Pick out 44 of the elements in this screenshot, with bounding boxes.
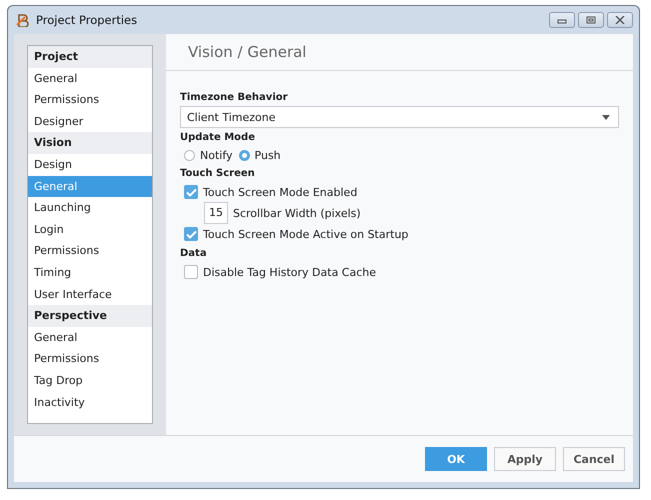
radio-label: Push: [254, 148, 281, 162]
checkbox[interactable]: [184, 185, 198, 199]
radio-button[interactable]: [238, 150, 250, 160]
sidebar-item[interactable]: Timing: [28, 262, 152, 284]
app-icon: [16, 13, 30, 27]
close-button[interactable]: [607, 12, 633, 28]
caret-icon: [602, 114, 610, 120]
sidebar-heading: Perspective: [28, 305, 152, 327]
sidebar-item[interactable]: Designer: [28, 110, 152, 132]
checkbox[interactable]: [184, 227, 198, 241]
checkbox-label: Touch Screen Mode Enabled: [203, 186, 358, 198]
maximize-icon: [586, 16, 596, 24]
page-title: Vision / General: [166, 34, 633, 71]
dialog-button[interactable]: Cancel: [563, 447, 625, 471]
radio-label: Notify: [200, 148, 233, 162]
sidebar-item[interactable]: Inactivity: [28, 392, 152, 414]
sidebar-item[interactable]: Permissions: [28, 89, 152, 111]
sidebar-heading: Project: [28, 46, 152, 68]
minimize-button[interactable]: [549, 12, 575, 28]
dialog-button[interactable]: Apply: [494, 447, 556, 471]
radio-button[interactable]: [184, 150, 195, 160]
sidebar-item[interactable]: General: [28, 326, 152, 348]
section-label: Touch Screen: [180, 168, 256, 179]
sidebar-item[interactable]: Launching: [28, 197, 152, 219]
sidebar-item[interactable]: User Interface: [28, 284, 152, 306]
dropdown[interactable]: Client Timezone: [180, 106, 619, 128]
maximize-button[interactable]: [578, 12, 604, 28]
checkbox[interactable]: [184, 265, 198, 279]
sidebar-item[interactable]: Login: [28, 218, 152, 240]
section-label: Update Mode: [180, 132, 256, 143]
section-label: Data: [180, 248, 208, 259]
close-icon: [615, 16, 625, 24]
field-label: Scrollbar Width (pixels): [233, 206, 361, 220]
section-label: Timezone Behavior: [180, 92, 289, 103]
checkbox-label: Touch Screen Mode Active on Startup: [203, 228, 408, 240]
sidebar-item[interactable]: Design: [28, 154, 152, 176]
sidebar-item[interactable]: Tag Drop: [28, 370, 152, 392]
number-field[interactable]: 15: [204, 202, 228, 224]
window-title: Project Properties: [36, 13, 138, 27]
sidebar-item[interactable]: Permissions: [28, 240, 152, 262]
sidebar-item[interactable]: General: [28, 68, 152, 90]
sidebar-heading: Vision: [28, 132, 152, 154]
checkbox-label: Disable Tag History Data Cache: [203, 266, 376, 278]
sidebar-item[interactable]: Permissions: [28, 348, 152, 370]
